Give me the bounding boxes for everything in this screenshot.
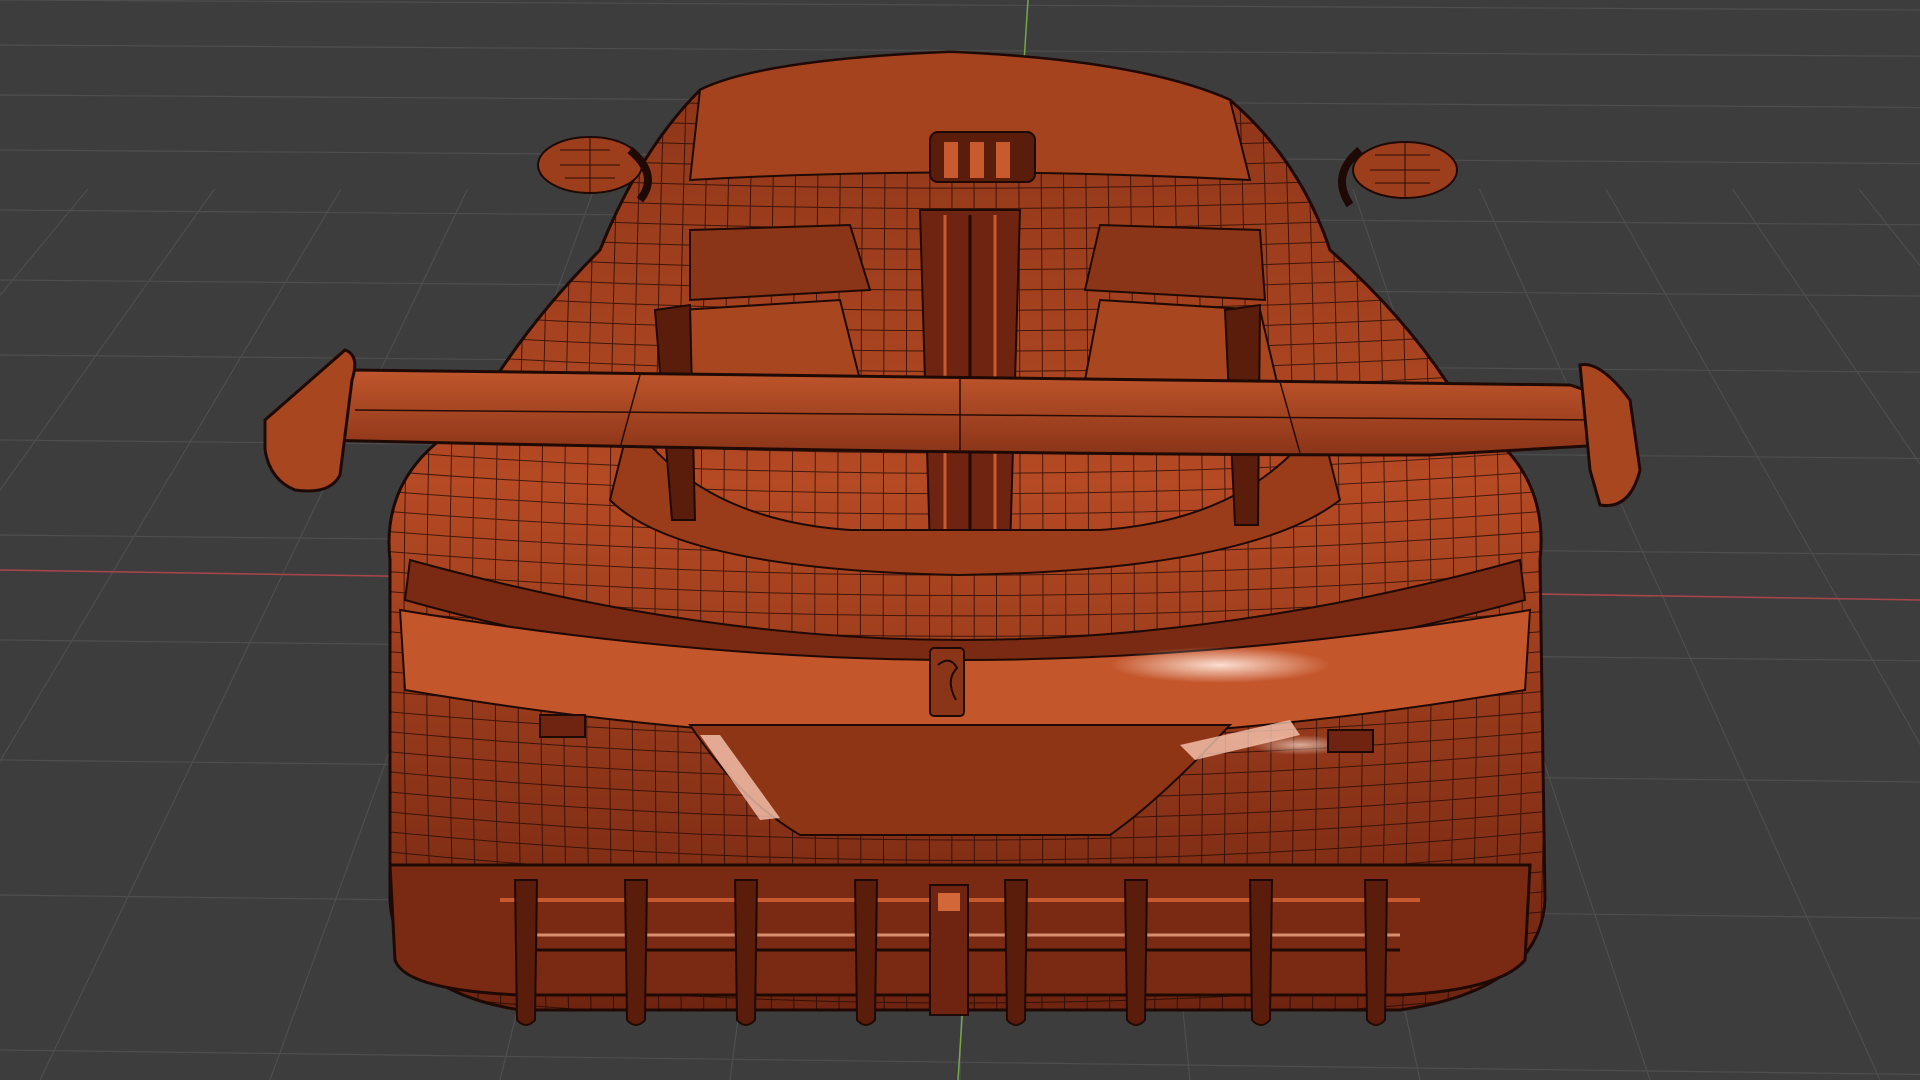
grid-line [1605, 188, 1920, 746]
reflector-right [1327, 729, 1374, 753]
diffuser-fin [623, 879, 649, 1026]
diffuser-fin [1248, 879, 1274, 1026]
roof-scoop [929, 131, 1036, 183]
diffuser-fin [733, 879, 759, 1026]
grid-line [1732, 188, 1920, 466]
3d-viewport[interactable] [0, 0, 1920, 1080]
car-model[interactable] [263, 40, 1642, 1044]
reflector-left [539, 714, 586, 738]
wire-edge [358, 40, 380, 1020]
wing-endplate-right [1578, 362, 1642, 508]
wire-edge [1546, 40, 1568, 1020]
grid-line [0, 188, 342, 763]
grid-line [0, 188, 89, 297]
specular-highlight [1110, 647, 1330, 683]
grid-line [0, 0, 1920, 11]
diffuser-fin [1123, 879, 1149, 1026]
right-mirror [1338, 141, 1458, 208]
wing-endplate-left [263, 348, 357, 493]
diffuser-fin [1363, 879, 1389, 1026]
diffuser-fin [1003, 879, 1029, 1026]
grid-line [0, 188, 215, 492]
diffuser-fin [513, 879, 539, 1026]
diffuser-fin [853, 879, 879, 1026]
grid-line [1858, 188, 1920, 267]
